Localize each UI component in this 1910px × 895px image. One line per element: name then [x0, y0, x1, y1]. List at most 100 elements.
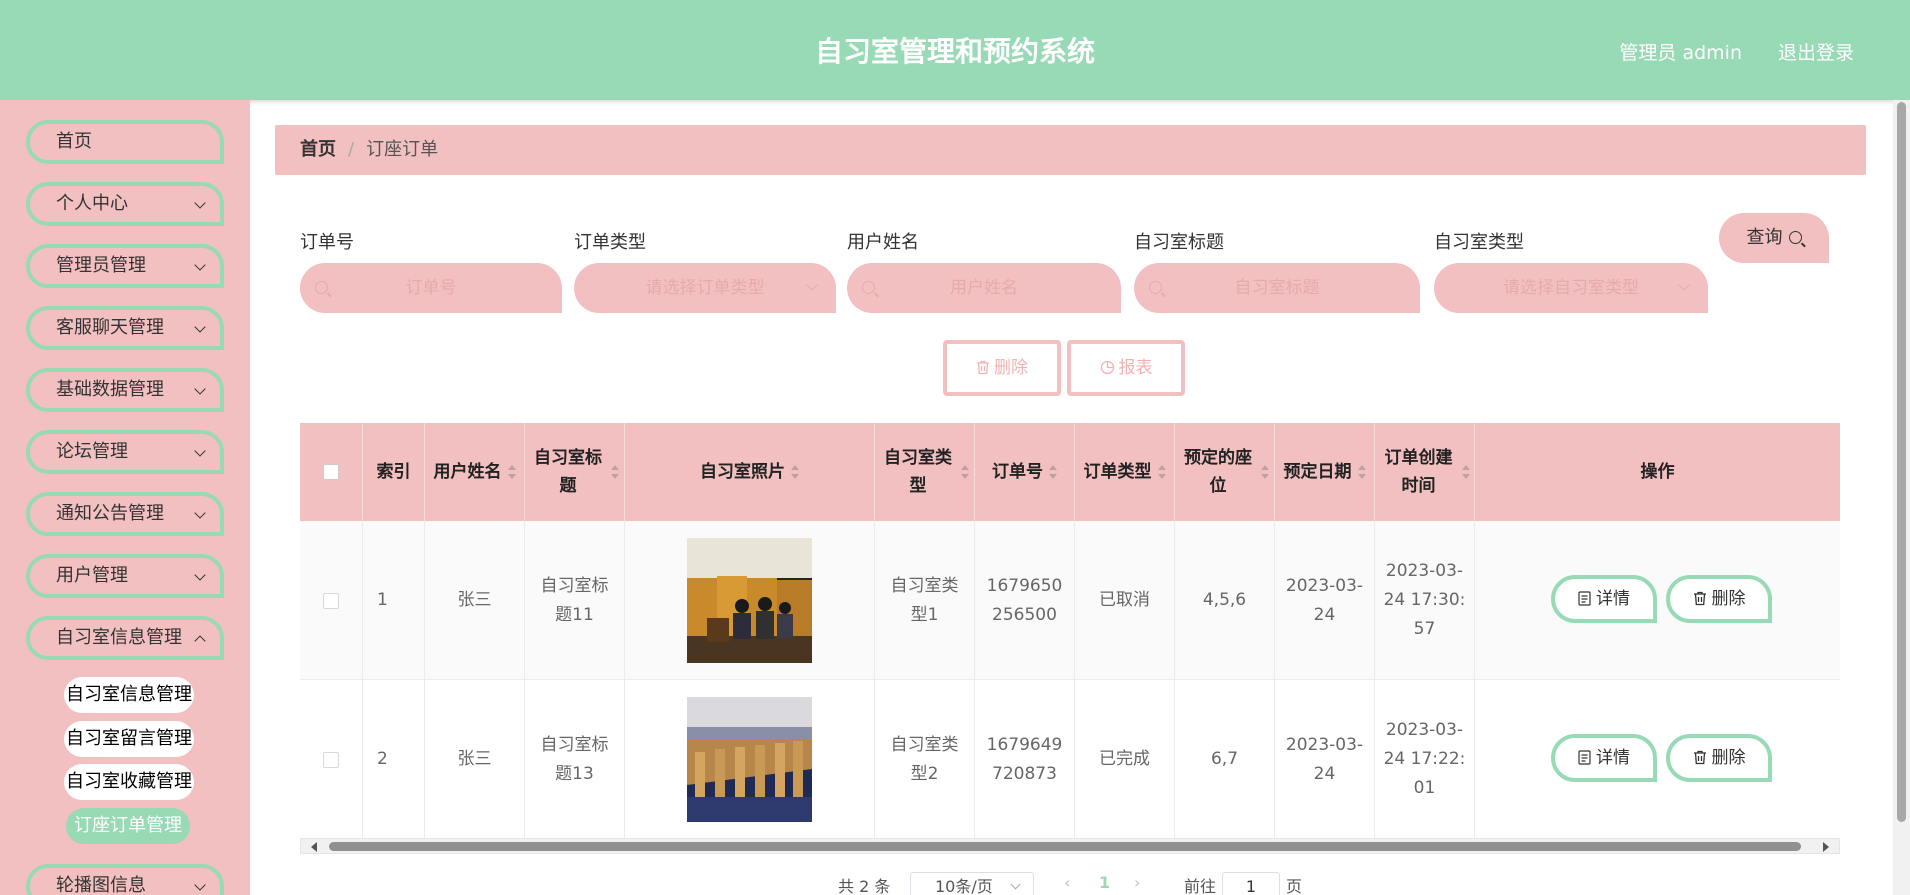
room-type-select[interactable]: 请选择自习室类型 — [1434, 263, 1708, 313]
sidebar-item-label: 个人中心 — [56, 193, 128, 214]
search-icon — [862, 281, 875, 294]
col-room-type[interactable]: 自习室类型 — [875, 423, 975, 521]
delete-label: 删除 — [1711, 748, 1746, 768]
detail-label: 详情 — [1596, 589, 1630, 609]
document-icon — [1578, 750, 1591, 765]
sort-icon[interactable] — [1049, 465, 1057, 479]
cell-room-title: 自习室标题11 — [525, 521, 625, 680]
order-type-select[interactable]: 请选择订单类型 — [574, 263, 836, 313]
sort-icon[interactable] — [507, 465, 516, 479]
sidebar-item-base-data[interactable]: 基础数据管理 — [26, 368, 224, 412]
detail-label: 详情 — [1596, 748, 1630, 768]
sidebar-item-forum[interactable]: 论坛管理 — [26, 430, 224, 474]
scroll-right-arrow-icon[interactable] — [1823, 842, 1829, 852]
col-date[interactable]: 预定日期 — [1275, 423, 1375, 521]
row-checkbox[interactable] — [323, 592, 339, 609]
sort-icon[interactable] — [611, 465, 619, 479]
logout-link[interactable]: 退出登录 — [1778, 38, 1854, 65]
sidebar-subitem-room-info[interactable]: 自习室信息管理 — [64, 677, 194, 713]
col-room-photo[interactable]: 自习室照片 — [625, 423, 875, 521]
col-user-name[interactable]: 用户姓名 — [425, 423, 525, 521]
col-created[interactable]: 订单创建时间 — [1375, 423, 1475, 521]
chevron-up-icon — [194, 635, 206, 647]
sidebar-item-admin[interactable]: 管理员管理 — [26, 244, 224, 288]
sidebar-item-label: 轮播图信息 — [56, 875, 146, 895]
page-number-current[interactable]: 1 — [1099, 873, 1110, 892]
cell-actions: 详情 删除 — [1475, 521, 1840, 680]
page-size-select[interactable]: 10条/页 — [910, 872, 1034, 895]
room-photo[interactable] — [687, 538, 812, 663]
sidebar-item-label: 客服聊天管理 — [56, 317, 164, 338]
cell-seats: 4,5,6 — [1175, 521, 1275, 680]
sidebar-item-carousel[interactable]: 轮播图信息 — [26, 864, 224, 895]
row-checkbox[interactable] — [323, 751, 339, 768]
col-room-title[interactable]: 自习室标题 — [525, 423, 625, 521]
row-select-cell — [300, 521, 363, 680]
report-label: 报表 — [1118, 358, 1153, 378]
delete-button[interactable]: 删除 — [1666, 734, 1772, 782]
sort-icon[interactable] — [1157, 465, 1166, 479]
prev-page-icon[interactable]: ‹ — [1064, 873, 1070, 892]
cell-room-photo — [625, 521, 875, 680]
detail-button[interactable]: 详情 — [1551, 734, 1657, 782]
room-photo[interactable] — [687, 697, 812, 822]
placeholder: 订单号 — [405, 278, 457, 298]
sidebar-item-label: 基础数据管理 — [56, 379, 164, 400]
room-title-input[interactable]: 自习室标题 — [1134, 263, 1420, 313]
delete-button[interactable]: 删除 — [1666, 575, 1772, 623]
goto-page-input[interactable]: 1 — [1222, 872, 1280, 895]
col-order-no[interactable]: 订单号 — [975, 423, 1075, 521]
detail-button[interactable]: 详情 — [1551, 575, 1657, 623]
col-label: 自习室照片 — [700, 462, 785, 482]
col-label: 操作 — [1640, 462, 1675, 482]
user-name-input[interactable]: 用户姓名 — [847, 263, 1121, 313]
query-button[interactable]: 查询 — [1719, 213, 1829, 263]
horizontal-scrollbar[interactable] — [300, 838, 1840, 854]
sidebar-item-chat[interactable]: 客服聊天管理 — [26, 306, 224, 350]
cell-user-name: 张三 — [425, 521, 525, 680]
chevron-down-icon — [194, 879, 206, 891]
report-button[interactable]: 报表 — [1067, 340, 1185, 396]
sort-icon[interactable] — [791, 465, 799, 479]
filter-label-user-name: 用户姓名 — [847, 232, 919, 253]
col-actions: 操作 — [1475, 423, 1840, 521]
sidebar-item-label: 首页 — [56, 131, 92, 152]
top-header: 自习室管理和预约系统 管理员 admin 退出登录 — [0, 0, 1910, 100]
col-label: 预定的座位 — [1184, 448, 1253, 496]
sort-icon[interactable] — [1462, 465, 1470, 479]
vertical-scrollbar[interactable] — [1893, 100, 1910, 895]
order-no-input[interactable]: 订单号 — [300, 263, 562, 313]
sort-icon[interactable] — [961, 465, 969, 479]
filter-label-room-type: 自习室类型 — [1434, 232, 1524, 253]
chevron-down-icon — [194, 507, 206, 519]
next-page-icon[interactable]: › — [1134, 873, 1140, 892]
scroll-left-arrow-icon[interactable] — [311, 842, 317, 852]
col-seats[interactable]: 预定的座位 — [1175, 423, 1275, 521]
search-icon — [1788, 231, 1802, 244]
breadcrumb-home[interactable]: 首页 — [300, 139, 336, 160]
sidebar-subitem-room-favorites[interactable]: 自习室收藏管理 — [64, 764, 194, 800]
row-select-cell — [300, 680, 363, 839]
sidebar-subitem-seat-orders[interactable]: 订座订单管理 — [66, 808, 190, 844]
select-all-checkbox[interactable] — [323, 464, 339, 480]
sidebar-item-label: 通知公告管理 — [56, 503, 164, 524]
scrollbar-thumb[interactable] — [1897, 102, 1906, 822]
filter-label-order-type: 订单类型 — [574, 232, 646, 253]
sidebar-subitem-room-messages[interactable]: 自习室留言管理 — [64, 721, 194, 757]
sidebar-item-personal-center[interactable]: 个人中心 — [26, 182, 224, 226]
sidebar-item-label: 管理员管理 — [56, 255, 146, 276]
bulk-delete-button[interactable]: 删除 — [943, 340, 1061, 396]
scrollbar-thumb[interactable] — [329, 842, 1801, 851]
col-order-type[interactable]: 订单类型 — [1075, 423, 1175, 521]
sort-icon[interactable] — [1357, 465, 1366, 479]
sidebar-item-notice[interactable]: 通知公告管理 — [26, 492, 224, 536]
sort-icon[interactable] — [1261, 465, 1269, 479]
placeholder: 请选择自习室类型 — [1503, 278, 1639, 298]
sidebar-item-room-info[interactable]: 自习室信息管理 — [26, 616, 224, 660]
select-all-cell — [300, 423, 363, 521]
sidebar-item-users[interactable]: 用户管理 — [26, 554, 224, 598]
trash-icon — [977, 360, 989, 375]
placeholder: 用户姓名 — [950, 278, 1018, 298]
table-row: 2 张三 自习室标题13 自习室类型2 1679649720873 已完成 6,… — [300, 680, 1840, 839]
sidebar-item-home[interactable]: 首页 — [26, 120, 224, 164]
